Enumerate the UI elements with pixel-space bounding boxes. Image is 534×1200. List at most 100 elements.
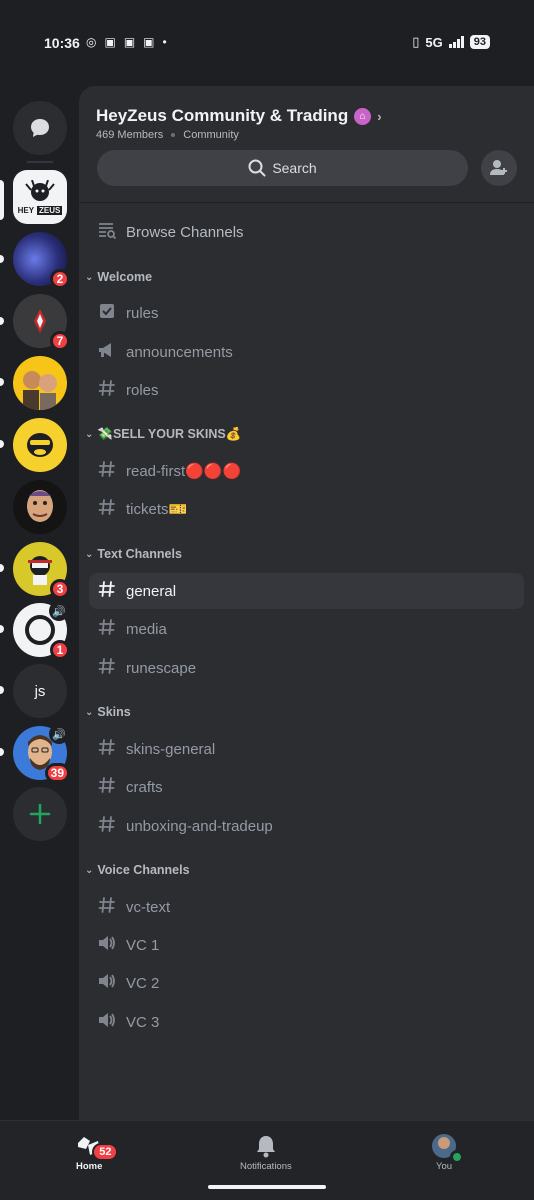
channel-text[interactable]: roles [89,372,524,408]
nav-home-label: Home [76,1161,103,1172]
channel-name: rules [126,304,159,322]
battery-level: 93 [469,35,490,49]
hash-icon [97,580,117,602]
category-header[interactable]: ⌄ Voice Channels [85,863,190,877]
server-type: Community [183,129,239,141]
browse-channels-icon [97,220,117,244]
home-badge: 52 [92,1143,119,1161]
channel-text[interactable]: skins-general [89,731,524,767]
unread-indicator [0,255,4,263]
add-member-icon [490,160,507,175]
unread-indicator [0,748,4,756]
rail-divider [27,161,53,163]
channel-text[interactable]: read-first🔴🔴🔴 [89,453,524,489]
channel-voice[interactable]: VC 2 [89,965,524,1001]
server-name: HeyZeus Community & Trading [96,106,349,125]
channel-text[interactable]: rules [89,295,524,331]
header-divider [79,202,534,203]
server-anime[interactable]: 2 [13,232,70,289]
server-js[interactable]: js [13,664,67,718]
nav-home[interactable]: 52 Home [76,1131,119,1172]
server-header[interactable]: HeyZeus Community & Trading ⌂ › [96,106,382,126]
category-header[interactable]: ⌄ 💸SELL YOUR SKINS💰 [85,427,241,442]
discord-icon: ▣ [123,35,136,49]
status-bar: 10:36 ◎ ▣ ▣ ▣ • ▯ 5G 93 [0,0,534,86]
channel-text[interactable]: general [89,573,524,609]
server-subtitle: 469 Members Community [96,129,239,141]
hash-icon [97,738,117,760]
channel-voice[interactable]: VC 1 [89,927,524,963]
channel-name: VC 3 [126,1013,160,1031]
channel-text[interactable]: announcements [89,334,524,370]
nav-notifications[interactable]: Notifications [240,1131,292,1172]
server-icon [13,356,67,410]
voice-icon [97,934,117,956]
nav-you-label: You [435,1161,453,1172]
status-right: ▯ 5G 93 [412,34,490,50]
unread-indicator [0,625,4,633]
channel-text[interactable]: tickets🎫 [89,491,524,527]
mention-badge: 1 [50,640,70,660]
category-header[interactable]: ⌄ Skins [85,705,131,719]
search-button[interactable]: Search [97,150,468,186]
channel-name: skins-general [126,740,216,758]
channel-name: tickets🎫 [126,501,188,518]
channel-text[interactable]: vc-text [89,889,524,925]
server-heyzeus[interactable]: HEY ZEUS [13,170,67,224]
category-name: Voice Channels [97,863,190,877]
server-duo[interactable] [13,356,67,410]
invite-members-button[interactable] [481,150,517,186]
server-monkey[interactable] [13,418,67,472]
server-compass[interactable]: 🔊 1 [13,601,70,660]
server-buzz[interactable] [13,480,67,534]
channel-name: announcements [126,343,233,361]
unread-indicator [0,378,4,386]
server-rail: HEY ZEUS 2 7 3 🔊 1 js 🔊 39 [0,86,79,1120]
logo-text-zeus: ZEUS [37,205,63,215]
more-dot-icon: • [162,35,167,49]
hash-icon [97,896,117,918]
vibrate-icon: ▯ [412,34,420,49]
category-name: 💸SELL YOUR SKINS💰 [97,427,242,441]
hash-icon [97,460,117,482]
channel-name: unboxing-and-tradeup [126,817,273,835]
server-spider[interactable]: 7 [13,294,70,351]
unread-indicator [0,686,4,694]
server-initials: js [13,664,67,718]
mention-badge: 7 [50,331,70,351]
channel-text[interactable]: crafts [89,769,524,805]
add-server-button[interactable] [13,787,67,841]
unread-indicator [0,564,4,572]
category-header[interactable]: ⌄ Welcome [85,270,152,284]
channel-voice[interactable]: VC 3 [89,1004,524,1040]
search-icon [248,159,266,177]
bell-icon [255,1131,277,1161]
voice-icon [97,1011,117,1033]
channel-text[interactable]: runescape [89,650,524,686]
server-icon [13,480,67,534]
speaker-icon: 🔊 [49,724,69,744]
server-ninja[interactable]: 3 [13,542,70,599]
hash-icon [97,657,117,679]
category-header[interactable]: ⌄ Text Channels [85,547,182,561]
category-name: Welcome [97,270,153,284]
voice-icon [97,972,117,994]
online-status-icon [450,1150,464,1164]
rules-icon [97,302,117,324]
channel-name: crafts [126,778,163,796]
channel-text[interactable]: unboxing-and-tradeup [89,808,524,844]
heyzeus-logo: HEY ZEUS [13,170,67,224]
hash-icon [97,815,117,837]
channel-text[interactable]: media [89,611,524,647]
server-avatar[interactable]: 🔊 39 [13,724,70,783]
hash-icon [97,498,117,520]
nav-notifications-label: Notifications [240,1161,292,1172]
server-icon [13,418,67,472]
nav-you[interactable]: You [432,1131,464,1172]
direct-messages-button[interactable] [13,101,67,155]
active-server-indicator [0,180,4,220]
category-name: Text Channels [97,547,182,561]
gesture-bar [208,1185,326,1189]
browse-channels-button[interactable]: Browse Channels [89,214,524,250]
chevron-down-icon: ⌄ [85,271,94,283]
